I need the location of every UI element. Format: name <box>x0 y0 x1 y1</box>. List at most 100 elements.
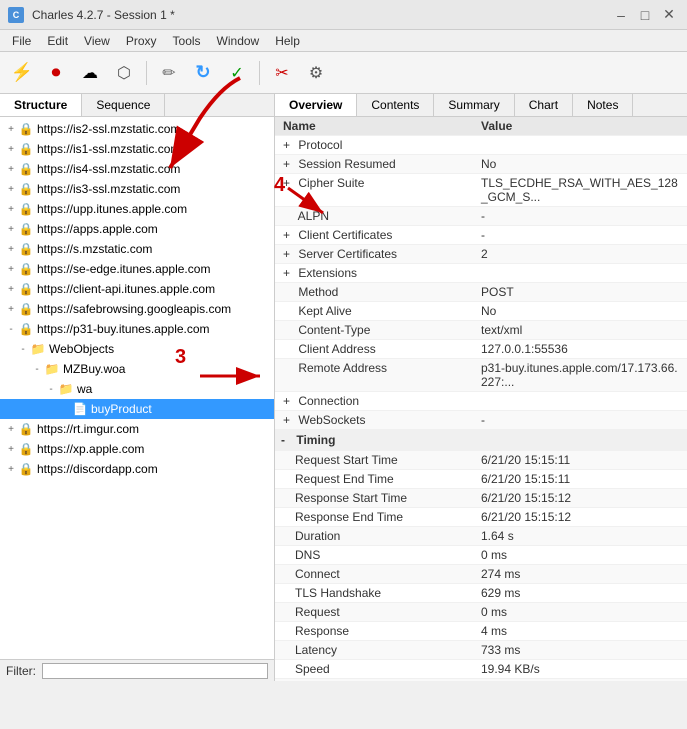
row-name: Latency <box>275 641 475 660</box>
table-row: Content-Type text/xml <box>275 321 687 340</box>
tree-item-webobjects[interactable]: - 📁 WebObjects <box>0 339 274 359</box>
menu-view[interactable]: View <box>76 32 118 50</box>
table-row: Request Speed 0 B/s <box>275 679 687 682</box>
tree-item-wa[interactable]: - 📁 wa <box>0 379 274 399</box>
row-value: No <box>475 302 687 321</box>
row-value: 733 ms <box>475 641 687 660</box>
row-value <box>475 264 687 283</box>
ssl-icon: 🔒 <box>18 461 34 477</box>
row-value: text/xml <box>475 321 687 340</box>
settings-button[interactable]: ⚙ <box>300 57 332 89</box>
row-value: 1.64 s <box>475 527 687 546</box>
menu-help[interactable]: Help <box>267 32 308 50</box>
tab-summary[interactable]: Summary <box>434 94 514 116</box>
ssl-icon: 🔒 <box>18 321 34 337</box>
expand-icon: + <box>4 444 18 455</box>
row-name: Duration <box>275 527 475 546</box>
menu-edit[interactable]: Edit <box>39 32 76 50</box>
expand-icon: + <box>4 224 18 235</box>
row-name: Response <box>275 622 475 641</box>
tree-item-is2ssl[interactable]: + 🔒 https://is2-ssl.mzstatic.com <box>0 119 274 139</box>
expand-icon: - <box>16 344 30 355</box>
left-panel: Structure Sequence + 🔒 https://is2-ssl.m… <box>0 94 275 681</box>
row-value <box>475 136 687 155</box>
row-value: 19.94 KB/s <box>475 660 687 679</box>
ssl-icon: 🔒 <box>18 201 34 217</box>
tree-item-apps[interactable]: + 🔒 https://apps.apple.com <box>0 219 274 239</box>
window-title: Charles 4.2.7 - Session 1 * <box>32 8 175 22</box>
tab-sequence[interactable]: Sequence <box>82 94 165 116</box>
ssl-icon: 🔒 <box>18 441 34 457</box>
tree-item-discord[interactable]: + 🔒 https://discordapp.com <box>0 459 274 479</box>
refresh-button[interactable]: ↻ <box>187 57 219 89</box>
tree-item-buyproduct[interactable]: 📄 buyProduct <box>0 399 274 419</box>
menu-bar: File Edit View Proxy Tools Window Help <box>0 30 687 52</box>
ssl-icon: 🔒 <box>18 421 34 437</box>
menu-file[interactable]: File <box>4 32 39 50</box>
tree-item-xp-apple[interactable]: + 🔒 https://xp.apple.com <box>0 439 274 459</box>
tree-label: https://client-api.itunes.apple.com <box>37 282 215 296</box>
tree-label: https://rt.imgur.com <box>37 422 139 436</box>
table-row: DNS 0 ms <box>275 546 687 565</box>
clear-button[interactable]: ⬡ <box>108 57 140 89</box>
record-button[interactable]: ⚡ <box>6 57 38 89</box>
tools-button[interactable]: ✂ <box>266 57 298 89</box>
menu-tools[interactable]: Tools <box>165 32 209 50</box>
close-button[interactable]: ✕ <box>659 5 679 25</box>
table-row: + Client Certificates - <box>275 226 687 245</box>
tree-item-client-api[interactable]: + 🔒 https://client-api.itunes.apple.com <box>0 279 274 299</box>
menu-window[interactable]: Window <box>209 32 268 50</box>
table-row: Request End Time 6/21/20 15:15:11 <box>275 470 687 489</box>
table-row: Response End Time 6/21/20 15:15:12 <box>275 508 687 527</box>
tab-contents[interactable]: Contents <box>357 94 434 116</box>
tab-notes[interactable]: Notes <box>573 94 633 116</box>
tree-label: wa <box>77 382 92 396</box>
row-name: ALPN <box>275 207 475 226</box>
filter-input[interactable] <box>42 663 268 679</box>
tree-item-rt-imgur[interactable]: + 🔒 https://rt.imgur.com <box>0 419 274 439</box>
section-timing: - Timing <box>275 430 687 451</box>
ssl-icon: 🔒 <box>18 261 34 277</box>
row-value: 4 ms <box>475 622 687 641</box>
row-name: Request Speed <box>275 679 475 682</box>
tab-chart[interactable]: Chart <box>515 94 573 116</box>
row-name: + Cipher Suite <box>275 174 475 207</box>
tree-label: MZBuy.woa <box>63 362 125 376</box>
tree-label: https://is4-ssl.mzstatic.com <box>37 162 180 176</box>
tree-label: https://is2-ssl.mzstatic.com <box>37 122 180 136</box>
tree-label: https://upp.itunes.apple.com <box>37 202 187 216</box>
table-row: Connect 274 ms <box>275 565 687 584</box>
check-button[interactable]: ✓ <box>221 57 253 89</box>
throttle-button[interactable]: ☁ <box>74 57 106 89</box>
table-row: Response 4 ms <box>275 622 687 641</box>
row-value: 0 ms <box>475 546 687 565</box>
tree-item-is3ssl[interactable]: + 🔒 https://is3-ssl.mzstatic.com <box>0 179 274 199</box>
expand-icon: + <box>4 424 18 435</box>
tree-item-is1ssl[interactable]: + 🔒 https://is1-ssl.mzstatic.com <box>0 139 274 159</box>
row-name: Speed <box>275 660 475 679</box>
expand-icon: - <box>30 364 44 375</box>
col-header-name: Name <box>275 117 475 136</box>
maximize-button[interactable]: □ <box>635 5 655 25</box>
row-name: Request End Time <box>275 470 475 489</box>
tree-item-safebrowsing[interactable]: + 🔒 https://safebrowsing.googleapis.com <box>0 299 274 319</box>
tree-item-se-edge[interactable]: + 🔒 https://se-edge.itunes.apple.com <box>0 259 274 279</box>
tree-label: https://se-edge.itunes.apple.com <box>37 262 210 276</box>
minimize-button[interactable]: – <box>611 5 631 25</box>
ssl-icon: 🔒 <box>18 221 34 237</box>
tree-item-is4ssl[interactable]: + 🔒 https://is4-ssl.mzstatic.com <box>0 159 274 179</box>
tab-structure[interactable]: Structure <box>0 94 82 116</box>
row-value: 6/21/20 15:15:12 <box>475 508 687 527</box>
tab-overview[interactable]: Overview <box>275 94 357 116</box>
menu-proxy[interactable]: Proxy <box>118 32 165 50</box>
row-name: + Protocol <box>275 136 475 155</box>
tree-item-p31buy[interactable]: - 🔒 https://p31-buy.itunes.apple.com <box>0 319 274 339</box>
compose-button[interactable]: ✏ <box>153 57 185 89</box>
tree-item-s-mzstatic[interactable]: + 🔒 https://s.mzstatic.com <box>0 239 274 259</box>
tree-item-mzbuywoa[interactable]: - 📁 MZBuy.woa <box>0 359 274 379</box>
row-name: Method <box>275 283 475 302</box>
row-value: 6/21/20 15:15:11 <box>475 451 687 470</box>
tree-item-upp[interactable]: + 🔒 https://upp.itunes.apple.com <box>0 199 274 219</box>
row-name: Content-Type <box>275 321 475 340</box>
stop-button[interactable]: ⏺ <box>40 57 72 89</box>
